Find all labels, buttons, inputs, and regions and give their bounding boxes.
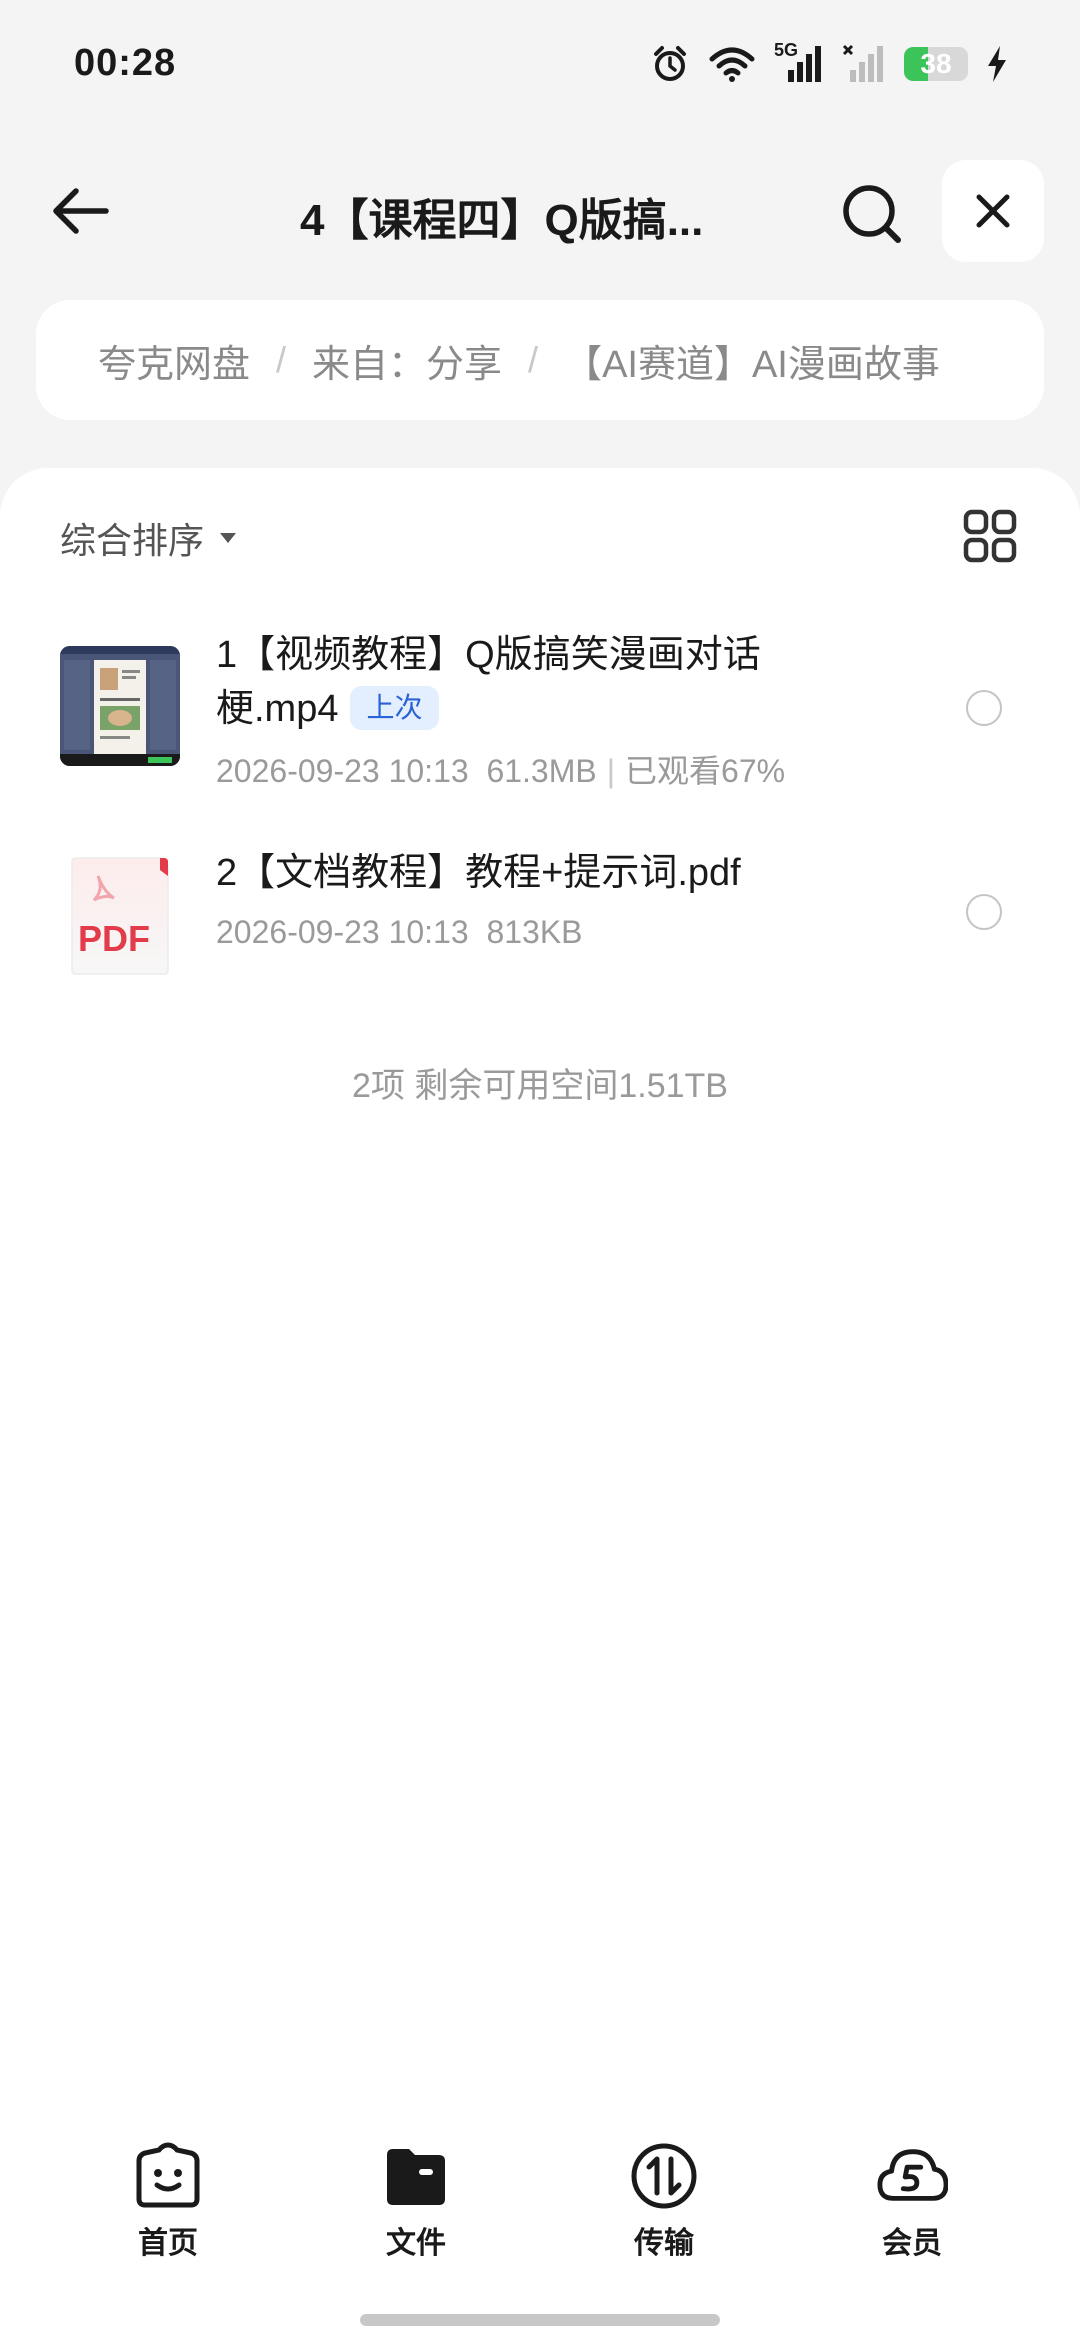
home-indicator[interactable] bbox=[360, 2314, 720, 2326]
select-checkbox[interactable] bbox=[966, 894, 1002, 930]
storage-summary: 2项 剩余可用空间1.51TB bbox=[352, 1067, 728, 1105]
sort-dropdown[interactable]: 综合排序 bbox=[60, 512, 238, 564]
folder-icon bbox=[387, 2149, 445, 2205]
file-row-video[interactable]: 1【视频教程】Q版搞笑漫画对话梗.mp4 上次 2026-09-23 10:13 … bbox=[0, 628, 1080, 789]
back-button[interactable] bbox=[44, 178, 116, 244]
nav-label: 传输 bbox=[634, 2227, 694, 2260]
breadcrumb-item-root[interactable]: 夸克网盘 bbox=[98, 333, 250, 388]
file-meta: 2026-09-23 10:13 813KB bbox=[216, 914, 583, 951]
file-name: 2【文档教程】教程+提示词.pdf bbox=[216, 846, 776, 900]
pdf-label: PDF bbox=[78, 918, 150, 959]
file-size: 61.3MB bbox=[486, 753, 597, 789]
nav-transfer[interactable]: 传输 bbox=[584, 2140, 744, 2262]
file-name-text: 2【文档教程】教程+提示词.pdf bbox=[216, 852, 741, 894]
arrow-left-icon bbox=[53, 188, 109, 234]
watch-progress: 已观看67% bbox=[625, 753, 786, 789]
charging-icon bbox=[988, 46, 1006, 82]
wifi-icon bbox=[709, 47, 755, 82]
file-meta: 2026-09-23 10:13 61.3MB | 已观看67% bbox=[216, 746, 785, 792]
page-title: 4【课程四】Q版搞... bbox=[300, 196, 704, 245]
battery-icon: 38 bbox=[904, 47, 968, 81]
header: 4【课程四】Q版搞... bbox=[0, 160, 1080, 262]
select-checkbox[interactable] bbox=[966, 690, 1002, 726]
status-bar: 00:28 5G 38 bbox=[0, 0, 1080, 130]
nav-files[interactable]: 文件 bbox=[336, 2140, 496, 2262]
video-thumbnail bbox=[60, 646, 180, 766]
nav-vip[interactable]: 会员 bbox=[832, 2140, 992, 2262]
breadcrumb-separator: / bbox=[528, 339, 539, 380]
home-face-icon bbox=[136, 2142, 200, 2208]
nav-label: 首页 bbox=[138, 2227, 198, 2260]
transfer-icon bbox=[631, 2143, 697, 2209]
breadcrumb-item-share[interactable]: 来自：分享 bbox=[312, 333, 502, 388]
file-name-text: 1【视频教程】Q版搞笑漫画对话梗.mp4 bbox=[216, 634, 761, 730]
nav-home[interactable]: 首页 bbox=[88, 2140, 248, 2262]
nav-label: 会员 bbox=[882, 2227, 942, 2260]
vip-cloud-icon bbox=[877, 2149, 948, 2201]
signal-no-sim-icon bbox=[842, 44, 883, 82]
file-date: 2026-09-23 10:13 bbox=[216, 753, 469, 789]
battery-level: 38 bbox=[920, 48, 952, 79]
sort-label: 综合排序 bbox=[60, 520, 205, 561]
nav-label: 文件 bbox=[386, 2227, 446, 2260]
bottom-nav: 首页 文件 传输 会员 bbox=[0, 2140, 1080, 2280]
file-row-pdf[interactable]: PDF 2【文档教程】教程+提示词.pdf 2026-09-23 10:13 8… bbox=[0, 846, 1080, 996]
breadcrumb-fade bbox=[974, 300, 1044, 420]
search-icon bbox=[843, 185, 901, 243]
status-time: 00:28 bbox=[74, 42, 177, 84]
signal-5g-icon: 5G bbox=[774, 40, 824, 84]
alarm-icon bbox=[654, 46, 686, 81]
grid-view-icon[interactable] bbox=[962, 508, 1018, 564]
breadcrumb: 夸克网盘 / 来自：分享 / 【AI赛道】AI漫画故事 bbox=[36, 300, 1044, 420]
file-date: 2026-09-23 10:13 bbox=[216, 914, 469, 950]
close-button[interactable] bbox=[942, 160, 1044, 262]
file-list-panel: 综合排序 1【视频教程】Q版搞笑漫画对话梗.mp4 上次 2026-09-23 … bbox=[0, 468, 1080, 2344]
status-icons: 5G 38 bbox=[650, 40, 1008, 84]
search-button[interactable] bbox=[830, 178, 914, 250]
meta-divider: | bbox=[606, 753, 616, 789]
breadcrumb-separator: / bbox=[276, 339, 287, 380]
breadcrumb-item-folder[interactable]: 【AI赛道】AI漫画故事 bbox=[564, 333, 940, 388]
pdf-file-icon: PDF bbox=[70, 856, 170, 976]
file-name: 1【视频教程】Q版搞笑漫画对话梗.mp4 上次 bbox=[216, 628, 776, 736]
close-icon bbox=[976, 194, 1010, 228]
last-viewed-badge: 上次 bbox=[350, 685, 439, 730]
file-size: 813KB bbox=[486, 914, 583, 950]
caret-down-icon bbox=[220, 533, 237, 543]
